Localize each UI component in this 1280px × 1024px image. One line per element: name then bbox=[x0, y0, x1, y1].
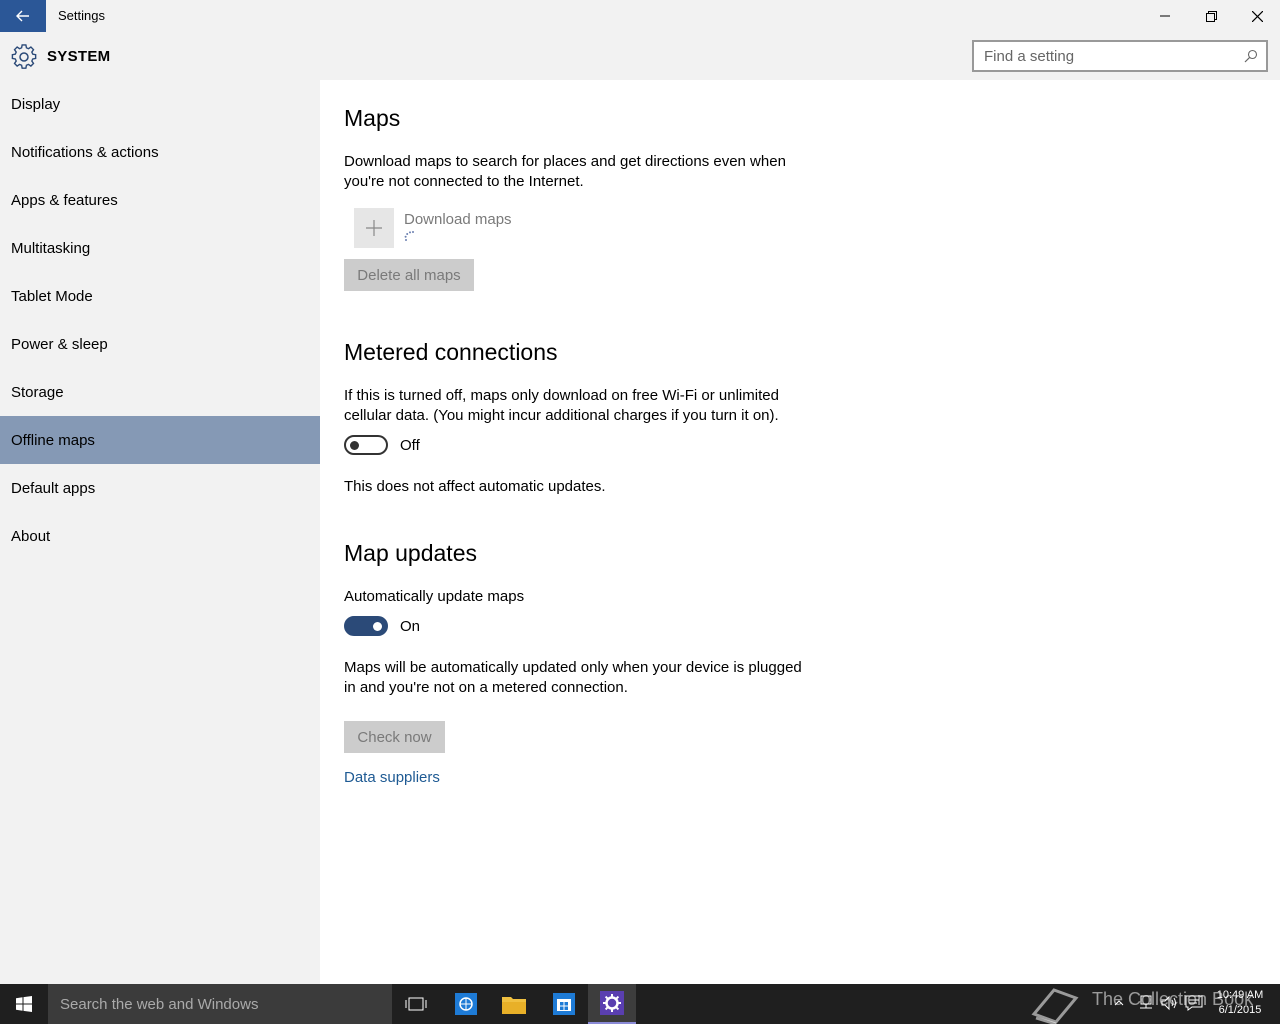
search-input[interactable] bbox=[974, 42, 1266, 70]
sidebar-item-multitasking[interactable]: Multitasking bbox=[0, 224, 320, 272]
clock-time: 10:49 AM bbox=[1216, 989, 1264, 1001]
metered-note: This does not affect automatic updates. bbox=[344, 478, 606, 495]
auto-update-description: Maps will be automatically updated only … bbox=[344, 659, 802, 696]
restore-icon bbox=[1205, 10, 1217, 22]
search-box[interactable] bbox=[972, 40, 1268, 72]
metered-description: If this is turned off, maps only downloa… bbox=[344, 387, 779, 424]
sidebar-item-default-apps[interactable]: Default apps bbox=[0, 464, 320, 512]
sidebar-item-display[interactable]: Display bbox=[0, 80, 320, 128]
settings-header: SYSTEM bbox=[0, 32, 1280, 80]
auto-update-toggle[interactable] bbox=[344, 616, 388, 636]
window-title: Settings bbox=[58, 8, 105, 23]
back-button[interactable] bbox=[0, 0, 46, 32]
volume-icon[interactable] bbox=[1160, 994, 1178, 1012]
sidebar-item-offline-maps[interactable]: Offline maps bbox=[0, 416, 320, 464]
auto-update-toggle-state: On bbox=[400, 618, 421, 635]
sidebar-item-notifications[interactable]: Notifications & actions bbox=[0, 128, 320, 176]
content-pane: Maps Download maps to search for places … bbox=[320, 80, 1280, 984]
task-view-icon bbox=[405, 997, 427, 1011]
taskbar-search[interactable]: Search the web and Windows bbox=[48, 984, 392, 1024]
network-icon[interactable] bbox=[1136, 994, 1154, 1012]
action-center-icon[interactable] bbox=[1185, 994, 1203, 1012]
toggle-knob bbox=[350, 441, 359, 450]
map-updates-heading: Map updates bbox=[344, 540, 477, 566]
close-button[interactable] bbox=[1234, 0, 1280, 32]
sidebar-item-power[interactable]: Power & sleep bbox=[0, 320, 320, 368]
folder-icon bbox=[502, 997, 526, 1014]
section-title: SYSTEM bbox=[47, 48, 111, 65]
clock-date: 6/1/2015 bbox=[1218, 1004, 1262, 1016]
minimize-icon bbox=[1160, 15, 1170, 17]
settings-gear-icon bbox=[600, 991, 624, 1015]
sidebar-item-tablet-mode[interactable]: Tablet Mode bbox=[0, 272, 320, 320]
metered-toggle[interactable] bbox=[344, 435, 388, 455]
store-icon bbox=[553, 993, 575, 1015]
data-suppliers-link[interactable]: Data suppliers bbox=[344, 769, 440, 786]
browser-icon bbox=[455, 993, 477, 1015]
plus-icon bbox=[366, 220, 382, 236]
taskbar: Search the web and Windows The Collectio… bbox=[0, 984, 1280, 1024]
minimize-button[interactable] bbox=[1142, 0, 1188, 32]
maps-heading: Maps bbox=[344, 105, 401, 131]
metered-toggle-state: Off bbox=[400, 437, 420, 454]
watermark-book-icon bbox=[1031, 988, 1079, 1024]
sidebar-item-storage[interactable]: Storage bbox=[0, 368, 320, 416]
back-arrow-icon bbox=[16, 10, 29, 22]
sidebar-item-apps[interactable]: Apps & features bbox=[0, 176, 320, 224]
start-button[interactable] bbox=[0, 984, 48, 1024]
chevron-up-icon[interactable] bbox=[1114, 998, 1124, 1008]
task-view-button[interactable] bbox=[392, 984, 440, 1024]
title-bar: Settings bbox=[0, 0, 1280, 32]
auto-update-title: Automatically update maps bbox=[344, 588, 525, 605]
toggle-knob bbox=[373, 622, 382, 631]
download-maps-label[interactable]: Download maps bbox=[404, 211, 512, 228]
file-explorer-button[interactable] bbox=[490, 984, 538, 1024]
edge-button[interactable] bbox=[442, 984, 490, 1024]
close-icon bbox=[1251, 10, 1263, 22]
check-now-button[interactable]: Check now bbox=[344, 721, 445, 753]
windows-logo-icon bbox=[16, 996, 32, 1012]
settings-taskbar-button[interactable] bbox=[588, 984, 636, 1024]
metered-heading: Metered connections bbox=[344, 339, 558, 365]
download-maps-button[interactable] bbox=[354, 208, 394, 248]
maps-description: Download maps to search for places and g… bbox=[344, 153, 786, 190]
store-button[interactable] bbox=[540, 984, 588, 1024]
restore-button[interactable] bbox=[1188, 0, 1234, 32]
gear-icon bbox=[11, 44, 37, 69]
sidebar-item-about[interactable]: About bbox=[0, 512, 320, 560]
delete-all-maps-button[interactable]: Delete all maps bbox=[344, 259, 474, 291]
clock[interactable]: 10:49 AM 6/1/2015 bbox=[1212, 988, 1268, 1018]
sidebar: Display Notifications & actions Apps & f… bbox=[0, 80, 320, 984]
loading-spinner-icon bbox=[404, 231, 414, 241]
search-icon bbox=[1244, 49, 1258, 63]
